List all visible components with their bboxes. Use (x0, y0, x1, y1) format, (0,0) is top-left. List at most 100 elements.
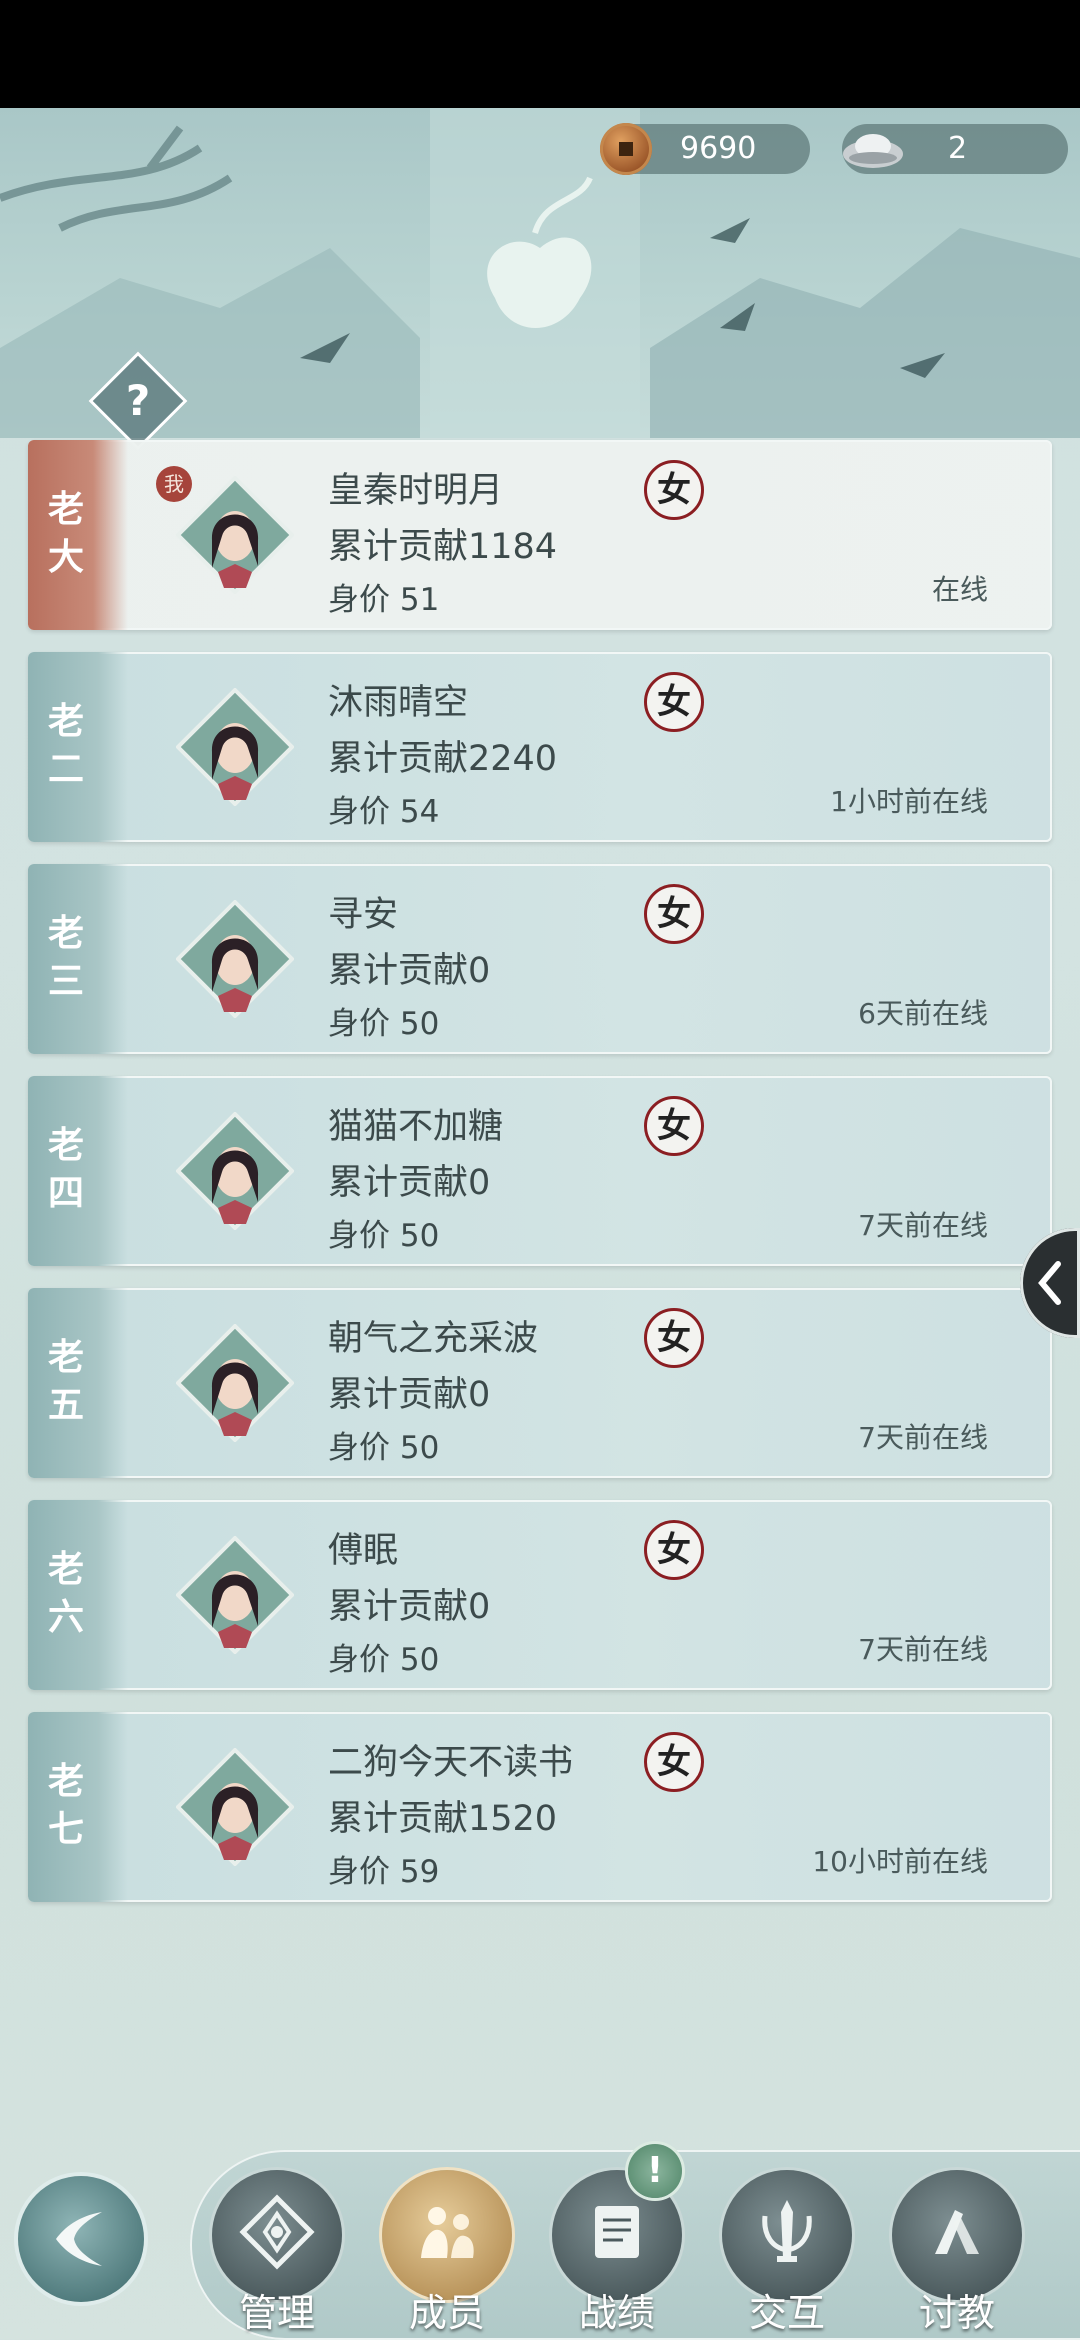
gender-label: 女 (657, 1106, 691, 1146)
member-contribution: 累计贡献1520 (328, 1799, 558, 1839)
female-gender-icon: 女 (644, 460, 704, 520)
members-icon (421, 2207, 474, 2258)
status-bar (0, 0, 1080, 108)
nav-interact[interactable]: 交互 (722, 2170, 852, 2340)
rank-label: 老七 (47, 1760, 84, 1850)
rank-label: 老六 (47, 1548, 84, 1638)
member-contribution: 累计贡献1184 (328, 527, 558, 567)
rank-tab: 老大 (28, 440, 128, 630)
ingot-counter[interactable]: 2 (842, 124, 1068, 174)
avatar[interactable] (176, 688, 294, 806)
member-row[interactable]: 老二 沐雨晴空 累计贡献2240 身价 54 女 1小时前在线 (28, 652, 1052, 842)
avatar-portrait (176, 476, 294, 594)
rank-tab: 老二 (28, 652, 128, 842)
online-status: 7天前在线 (858, 1421, 988, 1454)
member-contribution: 累计贡献0 (328, 1587, 491, 1627)
avatar-portrait (176, 688, 294, 806)
female-gender-icon: 女 (644, 1308, 704, 1368)
member-row[interactable]: 老四 猫猫不加糖 累计贡献0 身价 50 女 7天前在线 (28, 1076, 1052, 1266)
member-row[interactable]: 老五 朝气之充采波 累计贡献0 身价 50 女 7天前在线 (28, 1288, 1052, 1478)
member-contribution: 累计贡献0 (328, 1375, 491, 1415)
copper-coin-icon (600, 123, 652, 175)
member-row[interactable]: 老六 傅眠 累计贡献0 身价 50 女 7天前在线 (28, 1500, 1052, 1690)
rank-tab: 老六 (28, 1500, 128, 1690)
coin-counter[interactable]: 9690 (600, 123, 810, 175)
rank-label: 老三 (47, 912, 84, 1002)
silver-ingot-icon (843, 134, 903, 168)
gender-label: 女 (657, 682, 691, 722)
member-worth: 身价 50 (328, 1218, 440, 1254)
online-status: 7天前在线 (858, 1209, 988, 1242)
gender-label: 女 (657, 1742, 691, 1782)
gender-label: 女 (657, 470, 691, 510)
rank-label: 老二 (47, 700, 84, 790)
self-badge: 我 (156, 466, 192, 502)
nav-interact-circle (722, 2170, 852, 2300)
ingot-amount: 2 (948, 131, 968, 166)
nav-manage[interactable]: 管理 (212, 2170, 342, 2340)
member-worth: 身价 50 (328, 1430, 440, 1466)
online-status: 10小时前在线 (812, 1845, 988, 1878)
member-name: 猫猫不加糖 (328, 1107, 504, 1147)
member-name: 朝气之充采波 (328, 1319, 539, 1359)
avatar-portrait (176, 1748, 294, 1866)
avatar[interactable] (176, 1112, 294, 1230)
avatar[interactable] (176, 1324, 294, 1442)
female-gender-icon: 女 (644, 1732, 704, 1792)
online-status: 1小时前在线 (830, 785, 988, 818)
female-gender-icon: 女 (644, 1520, 704, 1580)
member-row[interactable]: 老七 二狗今天不读书 累计贡献1520 身价 59 女 10小时前在线 (28, 1712, 1052, 1902)
member-worth: 身价 51 (328, 582, 440, 618)
member-contribution: 累计贡献2240 (328, 739, 558, 779)
nav-manage-circle (212, 2170, 342, 2300)
back-button[interactable] (18, 2176, 144, 2302)
question-icon: ? (125, 376, 151, 425)
nav-members[interactable]: 成员 (382, 2170, 512, 2340)
female-gender-icon: 女 (644, 672, 704, 732)
member-name: 沐雨晴空 (328, 683, 469, 723)
member-worth: 身价 50 (328, 1006, 440, 1042)
avatar[interactable] (176, 476, 294, 594)
gender-label: 女 (657, 1318, 691, 1358)
avatar-portrait (176, 1324, 294, 1442)
gender-label: 女 (657, 894, 691, 934)
rank-tab: 老三 (28, 864, 128, 1054)
rank-tab: 老四 (28, 1076, 128, 1266)
member-name: 寻安 (328, 895, 399, 935)
member-row[interactable]: 老大 我 皇秦时明月 累计贡献1184 身价 51 女 在线 (28, 440, 1052, 630)
rank-tab: 老七 (28, 1712, 128, 1902)
nav-manage-label: 管理 (238, 2291, 315, 2335)
avatar-portrait (176, 1536, 294, 1654)
nav-teach-label: 讨教 (918, 2291, 995, 2335)
female-gender-icon: 女 (644, 1096, 704, 1156)
member-worth: 身价 54 (328, 794, 440, 830)
rank-label: 老五 (47, 1336, 84, 1426)
member-contribution: 累计贡献0 (328, 1163, 491, 1203)
member-worth: 身价 59 (328, 1854, 440, 1890)
pinwheel-icon (239, 2194, 315, 2270)
nav-members-label: 成员 (408, 2291, 485, 2335)
rank-label: 老四 (47, 1124, 84, 1214)
side-drawer-toggle[interactable] (1020, 1228, 1080, 1338)
member-contribution: 累计贡献0 (328, 951, 491, 991)
scroll-icon (595, 2206, 639, 2258)
online-status: 6天前在线 (858, 997, 988, 1030)
avatar[interactable] (176, 900, 294, 1018)
avatar[interactable] (176, 1536, 294, 1654)
member-name: 傅眠 (328, 1531, 399, 1571)
rank-label: 老大 (47, 488, 84, 578)
member-row[interactable]: 老三 寻安 累计贡献0 身价 50 女 6天前在线 (28, 864, 1052, 1054)
alert-icon: ! (628, 2144, 682, 2198)
member-name: 二狗今天不读书 (328, 1743, 574, 1783)
gender-label: 女 (657, 1530, 691, 1570)
crossed-blades-icon (762, 2200, 812, 2262)
member-worth: 身价 50 (328, 1642, 440, 1678)
nav-teach[interactable]: 讨教 (892, 2170, 1022, 2340)
chevron-left-icon (1038, 1261, 1061, 1305)
rank-tab: 老五 (28, 1288, 128, 1478)
clasped-hands-icon (935, 2210, 979, 2254)
avatar[interactable] (176, 1748, 294, 1866)
nav-interact-label: 交互 (748, 2291, 825, 2335)
avatar-portrait (176, 900, 294, 1018)
online-status: 7天前在线 (858, 1633, 988, 1666)
